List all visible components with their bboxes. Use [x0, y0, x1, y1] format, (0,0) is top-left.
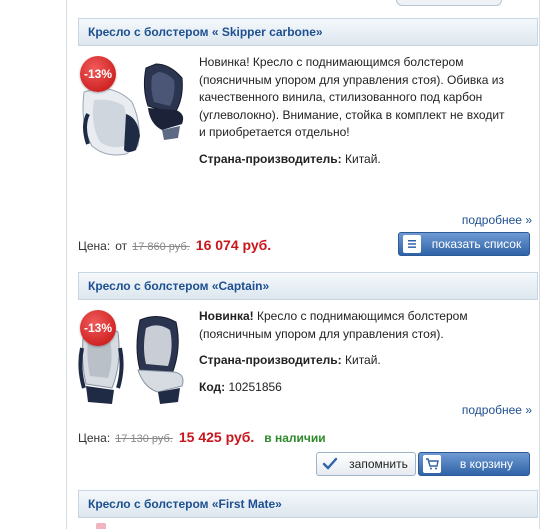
country-label: Страна-производитель: — [199, 353, 342, 367]
more-link[interactable]: подробнее » — [462, 403, 532, 417]
show-list-label: показать список — [431, 237, 522, 251]
discount-text: -13% — [83, 321, 112, 335]
stock-status: в наличии — [264, 431, 326, 445]
description-line: (поясничным упором для управления стоя).… — [199, 72, 505, 87]
description-line: и приобретается отдельно! — [199, 125, 350, 139]
new-price: 16 074 руб. — [195, 237, 272, 253]
product-title-bar: Кресло с болстером «Captain» — [78, 272, 538, 300]
old-price: 17 130 руб. — [115, 433, 173, 445]
previous-item-stub — [66, 0, 540, 8]
old-price: 17 860 руб. — [132, 241, 190, 253]
description-line: Кресло с поднимающимся болстером — [253, 309, 468, 323]
product-title-bar: Кресло с болстером « Skipper carbone» — [78, 18, 538, 46]
add-to-cart-label: в корзину — [459, 457, 514, 471]
remember-button[interactable]: запомнить — [316, 452, 416, 476]
next-badge-stub — [96, 523, 106, 529]
previous-item-button[interactable] — [396, 0, 502, 6]
country-value: Китай. — [345, 353, 381, 367]
price-line: Цена: от 17 860 руб. 16 074 руб. — [78, 237, 271, 253]
product-card-first-mate: Кресло с болстером «First Mate» — [78, 490, 538, 529]
product-card-skipper: Кресло с болстером « Skipper carbone» -1… — [78, 18, 538, 258]
product-title[interactable]: Кресло с болстером «Captain» — [88, 279, 269, 293]
product-title[interactable]: Кресло с болстером «First Mate» — [88, 497, 282, 511]
discount-badge: -13% — [80, 56, 116, 92]
list-icon — [400, 233, 424, 255]
add-to-cart-button[interactable]: в корзину — [418, 452, 530, 476]
product-description: Новинка! Кресло с поднимающимся болстеро… — [199, 308, 539, 396]
cart-icon — [420, 453, 444, 475]
code-label: Код: — [199, 379, 226, 394]
product-image[interactable]: -13% — [78, 308, 190, 414]
product-title[interactable]: Кресло с болстером « Skipper carbone» — [88, 25, 323, 39]
checkmark-icon — [318, 453, 342, 475]
remember-label: запомнить — [349, 457, 408, 471]
country-value: Китай. — [345, 151, 381, 166]
price-label: Цена: — [78, 431, 111, 445]
product-title-bar: Кресло с болстером «First Mate» — [78, 490, 538, 518]
more-link-wrap: подробнее » — [462, 213, 532, 227]
discount-text: -13% — [83, 67, 112, 81]
country-label: Страна-производитель: — [199, 151, 342, 166]
product-card-captain: Кресло с болстером «Captain» -13% Новинк… — [78, 272, 538, 482]
show-list-button[interactable]: показать список — [398, 232, 530, 256]
description-line: (поясничным упором для управления стоя). — [199, 326, 444, 341]
price-from: от — [115, 239, 128, 253]
code-value: 10251856 — [228, 379, 282, 394]
price-label: Цена: — [78, 239, 111, 253]
description-line: Новинка! Кресло с поднимающимся болстеро… — [199, 55, 464, 69]
product-description: Новинка! Кресло с поднимающимся болстеро… — [199, 54, 539, 168]
product-image[interactable]: -13% — [78, 54, 190, 160]
description-line: (углеволокно). Внимание, стойка в компле… — [199, 107, 505, 122]
more-link[interactable]: подробнее » — [462, 213, 532, 227]
price-line: Цена: 17 130 руб. 15 425 руб. в наличии — [78, 429, 326, 445]
description-bold-prefix: Новинка! — [199, 309, 254, 323]
more-link-wrap: подробнее » — [462, 403, 532, 417]
new-price: 15 425 руб. — [178, 429, 255, 445]
discount-badge: -13% — [80, 310, 116, 346]
description-line: качественного винила, стилизованного под… — [199, 90, 483, 104]
